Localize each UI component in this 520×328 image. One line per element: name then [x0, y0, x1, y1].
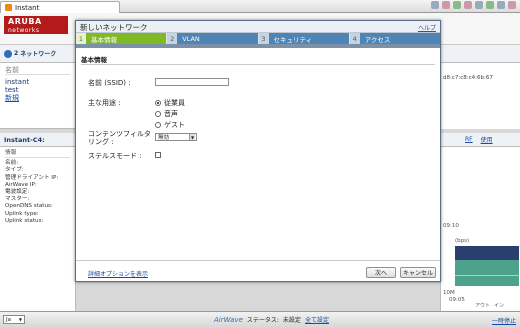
info-line: マスター:	[5, 196, 30, 203]
status-value: 未設定	[282, 317, 301, 324]
status-label: ステータス:	[246, 317, 279, 324]
advanced-options-link[interactable]: 詳細オプションを表示	[88, 269, 148, 278]
cancel-button[interactable]: キャンセル	[400, 267, 436, 278]
chart-time-label: 09:10	[443, 223, 459, 229]
step-vlan[interactable]: 2 VLAN	[167, 33, 259, 44]
legend-out: アウト	[475, 303, 491, 309]
wizard-steps: 1 基本情報 2 VLAN 3 セキュリティ 4 アクセス	[76, 33, 440, 44]
info-line: Uplink type:	[5, 210, 39, 217]
network-list-panel: 名前 instant test 新規	[0, 63, 76, 129]
right-bar	[440, 45, 520, 63]
browser-tab[interactable]: Instant	[0, 1, 120, 13]
chevron-down-icon: ▼	[18, 317, 22, 322]
content-filter-label: コンテンツフィルタ リング :	[88, 130, 151, 146]
network-count: 2	[14, 50, 19, 57]
config-link[interactable]: 全て設定	[305, 315, 329, 324]
new-network-link[interactable]: 新規	[5, 94, 70, 102]
tab-usage[interactable]: 使用	[481, 135, 493, 144]
mac-address: d8:c7:c8:c4:6b:67	[443, 75, 493, 81]
steps-underline	[76, 44, 440, 48]
section-divider	[81, 64, 435, 65]
mail-icon[interactable]	[453, 1, 461, 9]
browser-tab-title: Instant	[15, 3, 40, 12]
app-footer: Ja ▼ AirWave ステータス: 未設定 全て設定 一時停止	[0, 311, 520, 328]
aruba-logo: ARUBA networks	[4, 16, 68, 34]
safety-icon[interactable]	[486, 1, 494, 9]
info-line: OpenDNS status:	[5, 203, 53, 210]
home-icon[interactable]	[431, 1, 439, 9]
help-icon[interactable]	[508, 1, 516, 9]
legend-in: イン	[494, 303, 505, 309]
network-label: ネットワーク	[20, 51, 57, 58]
network-icon	[4, 49, 12, 58]
stealth-label: ステルスモード :	[88, 152, 142, 160]
right-top-panel: d8:c7:c8:c4:6b:67	[440, 45, 520, 129]
right-chart-panel: RF 使用 09:10 (bps) 10M 09:05 アウト イン	[440, 133, 520, 311]
step-basic-info[interactable]: 1 基本情報	[76, 33, 168, 44]
list-header: 名前	[5, 66, 70, 75]
ssid-input[interactable]	[155, 78, 229, 86]
feed-icon[interactable]	[442, 1, 450, 9]
step-access[interactable]: 4 アクセス	[349, 33, 440, 44]
page-icon[interactable]	[475, 1, 483, 9]
traffic-chart	[455, 246, 519, 286]
next-button[interactable]: 次へ	[366, 267, 396, 278]
ssid-label: 名前 (SSID) :	[88, 79, 131, 87]
airwave-brand: AirWave	[214, 315, 243, 324]
content-filter-select[interactable]: 無効 ▼	[155, 133, 197, 141]
chart-unit-label: (bps)	[455, 238, 470, 244]
pause-link[interactable]: 一時停止	[492, 316, 516, 325]
dialog-title: 新しいネットワーク	[76, 21, 440, 33]
dialog-footer-divider	[76, 260, 440, 261]
help-link[interactable]: ヘルプ	[418, 23, 436, 32]
step-security[interactable]: 3 セキュリティ	[258, 33, 350, 44]
stealth-checkbox[interactable]	[155, 152, 161, 158]
network-bar[interactable]: 2 ネットワーク	[0, 45, 76, 63]
info-section-label: 情報	[5, 150, 70, 159]
new-network-dialog: 新しいネットワーク ヘルプ 1 基本情報 2 VLAN 3 セキュリティ 4 ア…	[75, 20, 441, 282]
radio-button[interactable]	[155, 122, 161, 128]
device-info-panel: Instant-C4: 情報 名前: タイプ: 管理ドライアント IP: Air…	[0, 133, 76, 311]
toolbar-icons	[431, 1, 516, 9]
info-line: Uplink status:	[5, 217, 44, 224]
print-icon[interactable]	[464, 1, 472, 9]
browser-tab-bar: Instant	[0, 0, 520, 13]
info-line: タイプ:	[5, 167, 24, 174]
tools-icon[interactable]	[497, 1, 505, 9]
page-icon	[5, 4, 12, 11]
radio-button[interactable]	[155, 111, 161, 117]
chevron-down-icon: ▼	[189, 134, 195, 140]
chart-time-label: 09:05	[449, 297, 465, 303]
tab-rf[interactable]: RF	[465, 136, 473, 143]
usage-radio-employee[interactable]: 従業員	[155, 98, 185, 108]
section-title: 基本情報	[81, 56, 107, 64]
chart-axis-max: 10M	[443, 290, 455, 296]
network-item-test[interactable]: test	[5, 86, 70, 94]
radio-button[interactable]	[155, 100, 161, 106]
language-select[interactable]: Ja ▼	[3, 315, 25, 324]
device-title: Instant-C4:	[0, 133, 75, 147]
usage-radio-guest[interactable]: ゲスト	[155, 120, 185, 130]
info-line: AirWave IP:	[5, 181, 37, 188]
info-line: 管理ドライアント IP:	[5, 174, 59, 181]
usage-radio-voice[interactable]: 音声	[155, 109, 178, 119]
network-item-instant[interactable]: instant	[5, 78, 70, 86]
usage-label: 主な用途 :	[88, 99, 121, 107]
